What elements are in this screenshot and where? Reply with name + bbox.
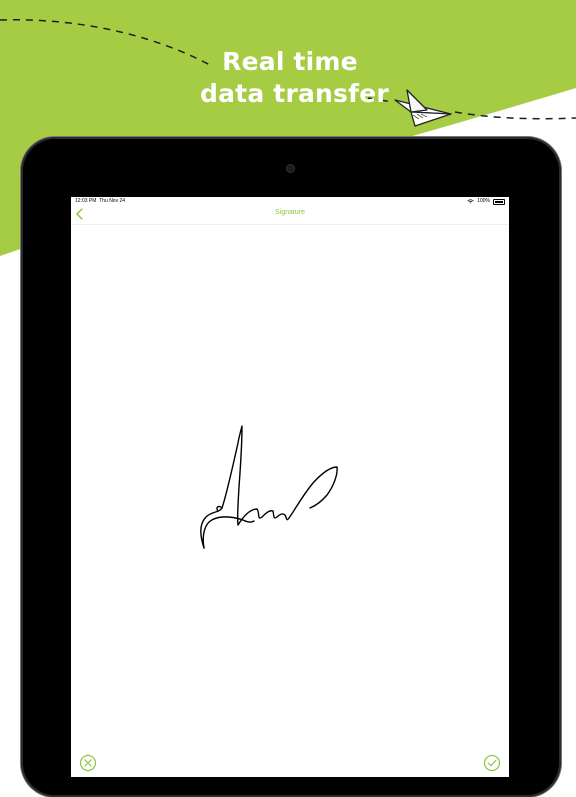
signature-canvas[interactable]	[71, 225, 509, 755]
signature-stroke	[200, 425, 338, 549]
front-camera	[287, 165, 294, 172]
paper-plane-icon	[394, 89, 452, 127]
banner-headline: Real time data transfer	[200, 46, 389, 110]
clear-button[interactable]	[79, 754, 97, 772]
page-title: Signature	[275, 209, 305, 216]
status-indicators: 100%	[467, 197, 505, 206]
status-time-date: 12:03 PM Thu Nov 24	[75, 197, 125, 206]
confirm-button[interactable]	[483, 754, 501, 772]
wifi-icon	[467, 199, 474, 204]
status-date: Thu Nov 24	[99, 198, 126, 204]
app-screen: 12:03 PM Thu Nov 24 100% Signature	[71, 197, 509, 777]
headline-line-2: data transfer	[200, 79, 389, 108]
battery-percent: 100%	[477, 198, 490, 204]
status-bar: 12:03 PM Thu Nov 24 100%	[71, 197, 509, 206]
status-time: 12:03 PM	[75, 198, 97, 204]
battery-icon	[493, 198, 505, 205]
navigation-bar: Signature	[71, 206, 509, 225]
headline-line-1: Real time	[222, 47, 358, 76]
signature-stroke-loop	[202, 505, 255, 549]
